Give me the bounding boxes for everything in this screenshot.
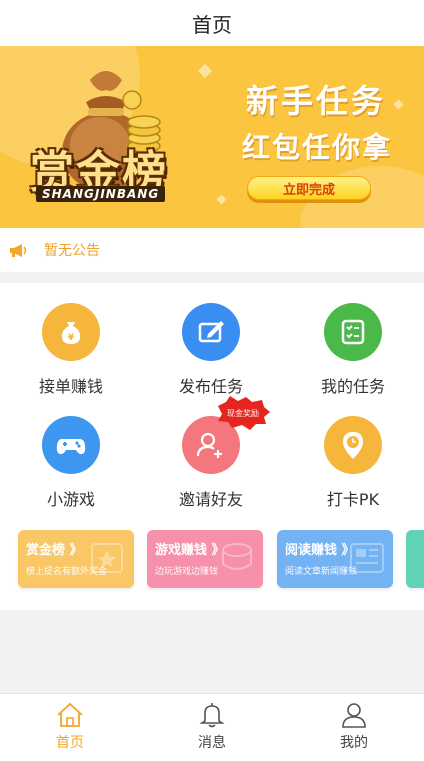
newspaper-icon <box>350 543 384 573</box>
grid-item-invite-friends[interactable]: 现金奖励 邀请好友 <box>141 396 281 516</box>
page-title: 首页 <box>192 12 232 37</box>
grid-item-mini-games[interactable]: 小游戏 <box>1 416 141 516</box>
promo-banner[interactable]: 赏金榜 SHANGJINBANG 新手任务 红包任你拿 立即完成 <box>0 46 424 228</box>
grid-icon-circle <box>324 303 382 361</box>
megaphone-icon <box>10 244 27 257</box>
bottom-tab-bar: 首页 消息 我的 <box>0 693 424 761</box>
money-bag-icon: ¥ <box>61 322 81 344</box>
card-game-earn[interactable]: 游戏赚钱 》 边玩游戏边赚钱 <box>147 530 263 588</box>
gamepad-icon <box>56 439 86 455</box>
grid-label: 接单赚钱 <box>38 377 103 396</box>
banner-sparkle <box>197 63 213 79</box>
svg-text:¥: ¥ <box>68 333 75 343</box>
banner-slogan-line2: 红包任你拿 <box>242 131 393 164</box>
top-bar: 首页 <box>0 0 424 46</box>
coins-icon <box>222 543 252 570</box>
star-icon <box>91 543 123 573</box>
banner-sparkle <box>216 194 227 205</box>
location-clock-icon <box>343 432 363 459</box>
grid-label: 小游戏 <box>46 490 95 509</box>
bell-icon <box>199 703 225 728</box>
card-more[interactable] <box>406 530 424 588</box>
complete-now-button[interactable]: 立即完成 <box>247 176 371 200</box>
announcement-bar[interactable]: 暂无公告 <box>0 228 424 272</box>
home-icon <box>57 702 83 727</box>
grid-icon-circle <box>324 416 382 474</box>
banner-sparkle <box>393 99 404 110</box>
grid-label: 我的任务 <box>320 377 385 396</box>
card-read-earn[interactable]: 阅读赚钱 》 阅读文章新闻赚钱 <box>277 530 393 588</box>
announcement-text: 暂无公告 <box>44 243 100 259</box>
edit-icon <box>198 321 224 343</box>
grid-icon-circle <box>42 416 100 474</box>
user-icon <box>342 703 366 728</box>
grid-item-checkin-pk[interactable]: 打卡PK <box>283 416 423 516</box>
banner-slogan-line1: 新手任务 <box>246 82 387 120</box>
tab-profile[interactable]: 我的 <box>314 702 394 752</box>
grid-item-take-orders[interactable]: ¥ 接单赚钱 <box>1 303 141 403</box>
card-bounty-board[interactable]: 赏金榜 》 榜上提名有额外奖金 <box>18 530 134 588</box>
tab-label: 消息 <box>198 735 226 751</box>
tab-label: 我的 <box>340 735 368 751</box>
tab-messages[interactable]: 消息 <box>172 702 252 752</box>
cash-reward-badge-icon: 现金奖励 <box>218 396 270 430</box>
grid-icon-circle: ¥ <box>42 303 100 361</box>
grid-icon-circle <box>182 303 240 361</box>
grid-icon-circle: 现金奖励 <box>182 396 270 474</box>
grid-label: 发布任务 <box>178 377 243 396</box>
tab-label: 首页 <box>56 735 84 751</box>
brand-logo-subtext: SHANGJINBANG <box>36 186 166 202</box>
grid-item-my-tasks[interactable]: 我的任务 <box>283 303 423 403</box>
grid-label: 邀请好友 <box>178 490 243 509</box>
svg-text:现金奖励: 现金奖励 <box>227 408 259 418</box>
task-list-icon <box>341 319 365 345</box>
grid-label: 打卡PK <box>326 490 380 509</box>
grid-item-publish-task[interactable]: 发布任务 <box>141 303 281 403</box>
tab-home[interactable]: 首页 <box>30 702 110 752</box>
add-user-icon <box>196 432 222 458</box>
feature-cards-row: 赏金榜 》 榜上提名有额外奖金 游戏赚钱 》 边玩游戏边赚钱 阅读赚钱 》 阅读… <box>0 530 424 592</box>
